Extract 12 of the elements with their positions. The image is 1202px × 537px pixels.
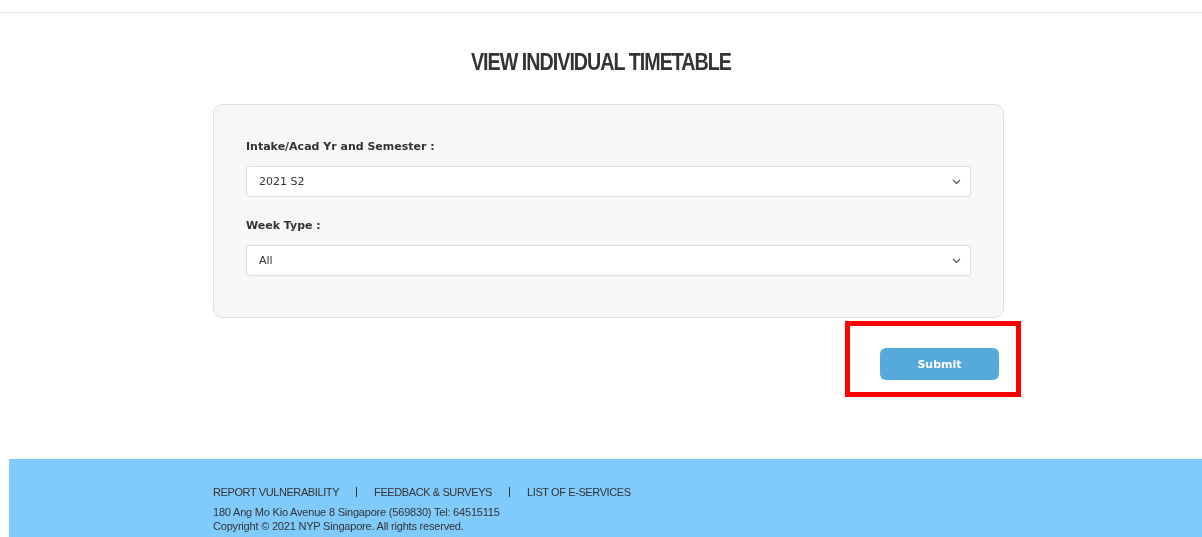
footer-link[interactable]: LIST OF E-SERVICES (527, 486, 631, 498)
chevron-down-icon (952, 178, 961, 185)
address-text: 180 Ang Mo Kio Avenue 8 Singapore (569830) Tel: 64515115 (213, 506, 501, 519)
dropdown-field[interactable]: All (246, 245, 971, 276)
copyright-text: Copyright © 2021 NYP Singapore. All rights reserved. (213, 520, 465, 533)
field-label: Intake/Acad Yr and Semester : (246, 139, 436, 154)
footer-link[interactable]: FEEDBACK & SURVEYS (374, 486, 492, 498)
footer-link[interactable]: REPORT VULNERABILITY (213, 486, 340, 498)
chevron-down-icon (952, 257, 961, 264)
dropdown-field[interactable]: 2021 S2 (246, 166, 971, 197)
field-label: Week Type : (246, 218, 322, 233)
page-title: VIEW INDIVIDUAL TIMETABLE (470, 47, 732, 77)
